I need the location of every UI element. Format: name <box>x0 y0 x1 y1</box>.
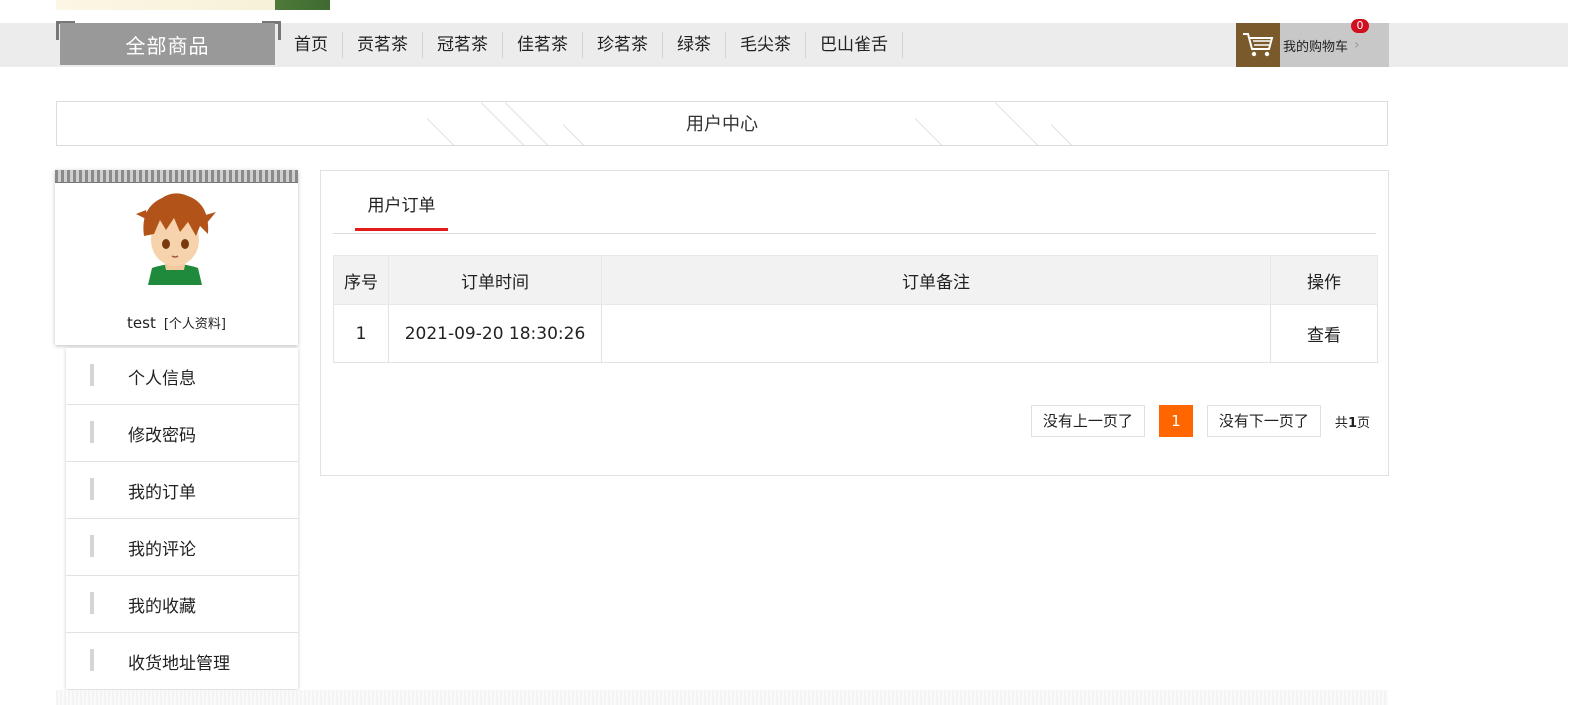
view-order-link[interactable]: 查看 <box>1270 304 1378 363</box>
page-title: 用户中心 <box>686 114 758 135</box>
cell-order-time: 2021-09-20 18:30:26 <box>388 304 602 363</box>
menu-marker <box>90 364 94 386</box>
total-pages: 共1页 <box>1335 412 1370 431</box>
header-index: 序号 <box>333 255 389 305</box>
shopping-cart-icon <box>1236 23 1280 67</box>
header-actions: 操作 <box>1270 255 1378 305</box>
menu-item-change-password[interactable]: 修改密码 <box>66 405 298 462</box>
greek-key-pattern <box>55 170 298 183</box>
next-page-button[interactable]: 没有下一页了 <box>1206 405 1321 437</box>
tab-user-orders[interactable]: 用户订单 <box>355 191 448 231</box>
menu-label: 收货地址管理 <box>128 653 230 674</box>
menu-label: 我的收藏 <box>128 596 196 617</box>
menu-item-personal-info[interactable]: 个人信息 <box>66 348 298 405</box>
orders-table: 序号 订单时间 订单备注 操作 1 2021-09-20 18:30:26 查看 <box>333 255 1378 363</box>
nav-item-gongming[interactable]: 贡茗茶 <box>343 32 423 58</box>
menu-item-my-comments[interactable]: 我的评论 <box>66 519 298 576</box>
menu-item-address-management[interactable]: 收货地址管理 <box>66 633 298 689</box>
profile-name-row: test [个人资料] <box>55 313 298 332</box>
menu-label: 我的订单 <box>128 482 196 503</box>
pagination: 没有上一页了 1 没有下一页了 共1页 <box>1030 405 1370 437</box>
nav-item-jiaming[interactable]: 佳茗茶 <box>503 32 583 58</box>
side-menu: 个人信息 修改密码 我的订单 我的评论 我的收藏 收货地址管理 <box>66 348 298 689</box>
table-header-row: 序号 订单时间 订单备注 操作 <box>333 255 1378 305</box>
user-center-header: 用户中心 <box>56 101 1388 146</box>
menu-marker <box>90 421 94 443</box>
nav-item-home[interactable]: 首页 <box>280 32 343 58</box>
nav-menu: 首页 贡茗茶 冠茗茶 佳茗茶 珍茗茶 绿茶 毛尖茶 巴山雀舌 <box>280 23 903 67</box>
nav-item-bashan[interactable]: 巴山雀舌 <box>806 32 903 58</box>
avatar <box>130 190 220 285</box>
nav-item-zhenming[interactable]: 珍茗茶 <box>583 32 663 58</box>
profile-link[interactable]: [个人资料] <box>164 317 226 332</box>
table-row: 1 2021-09-20 18:30:26 查看 <box>333 304 1378 363</box>
menu-label: 我的评论 <box>128 539 196 560</box>
username: test <box>127 314 156 332</box>
orders-panel: 用户订单 序号 订单时间 订单备注 操作 1 2021-09-20 18:30:… <box>320 170 1389 476</box>
menu-marker <box>90 535 94 557</box>
all-goods-button[interactable]: 全部商品 <box>60 23 275 65</box>
current-page-button[interactable]: 1 <box>1158 405 1193 437</box>
menu-label: 修改密码 <box>128 425 196 446</box>
total-suffix: 页 <box>1356 415 1370 431</box>
nav-item-green-tea[interactable]: 绿茶 <box>663 32 726 58</box>
cell-index: 1 <box>333 304 389 363</box>
top-banner <box>56 0 330 10</box>
menu-item-my-favorites[interactable]: 我的收藏 <box>66 576 298 633</box>
chevron-right-icon: › <box>1354 37 1360 53</box>
menu-label: 个人信息 <box>128 368 196 389</box>
prev-page-button[interactable]: 没有上一页了 <box>1030 405 1145 437</box>
nav-item-maojian[interactable]: 毛尖茶 <box>726 32 806 58</box>
cart-count-badge: 0 <box>1351 19 1369 33</box>
menu-marker <box>90 592 94 614</box>
header-order-note: 订单备注 <box>601 255 1271 305</box>
total-prefix: 共 <box>1334 415 1348 431</box>
menu-marker <box>90 478 94 500</box>
nav-item-guanming[interactable]: 冠茗茶 <box>423 32 503 58</box>
cart-label: 我的购物车 <box>1283 39 1349 55</box>
menu-item-my-orders[interactable]: 我的订单 <box>66 462 298 519</box>
total-pages-count: 1 <box>1347 415 1357 431</box>
cell-order-note <box>601 304 1271 363</box>
menu-marker <box>90 649 94 671</box>
tab-divider <box>333 233 1376 234</box>
header-order-time: 订单时间 <box>388 255 602 305</box>
footer-strip <box>56 690 1388 705</box>
